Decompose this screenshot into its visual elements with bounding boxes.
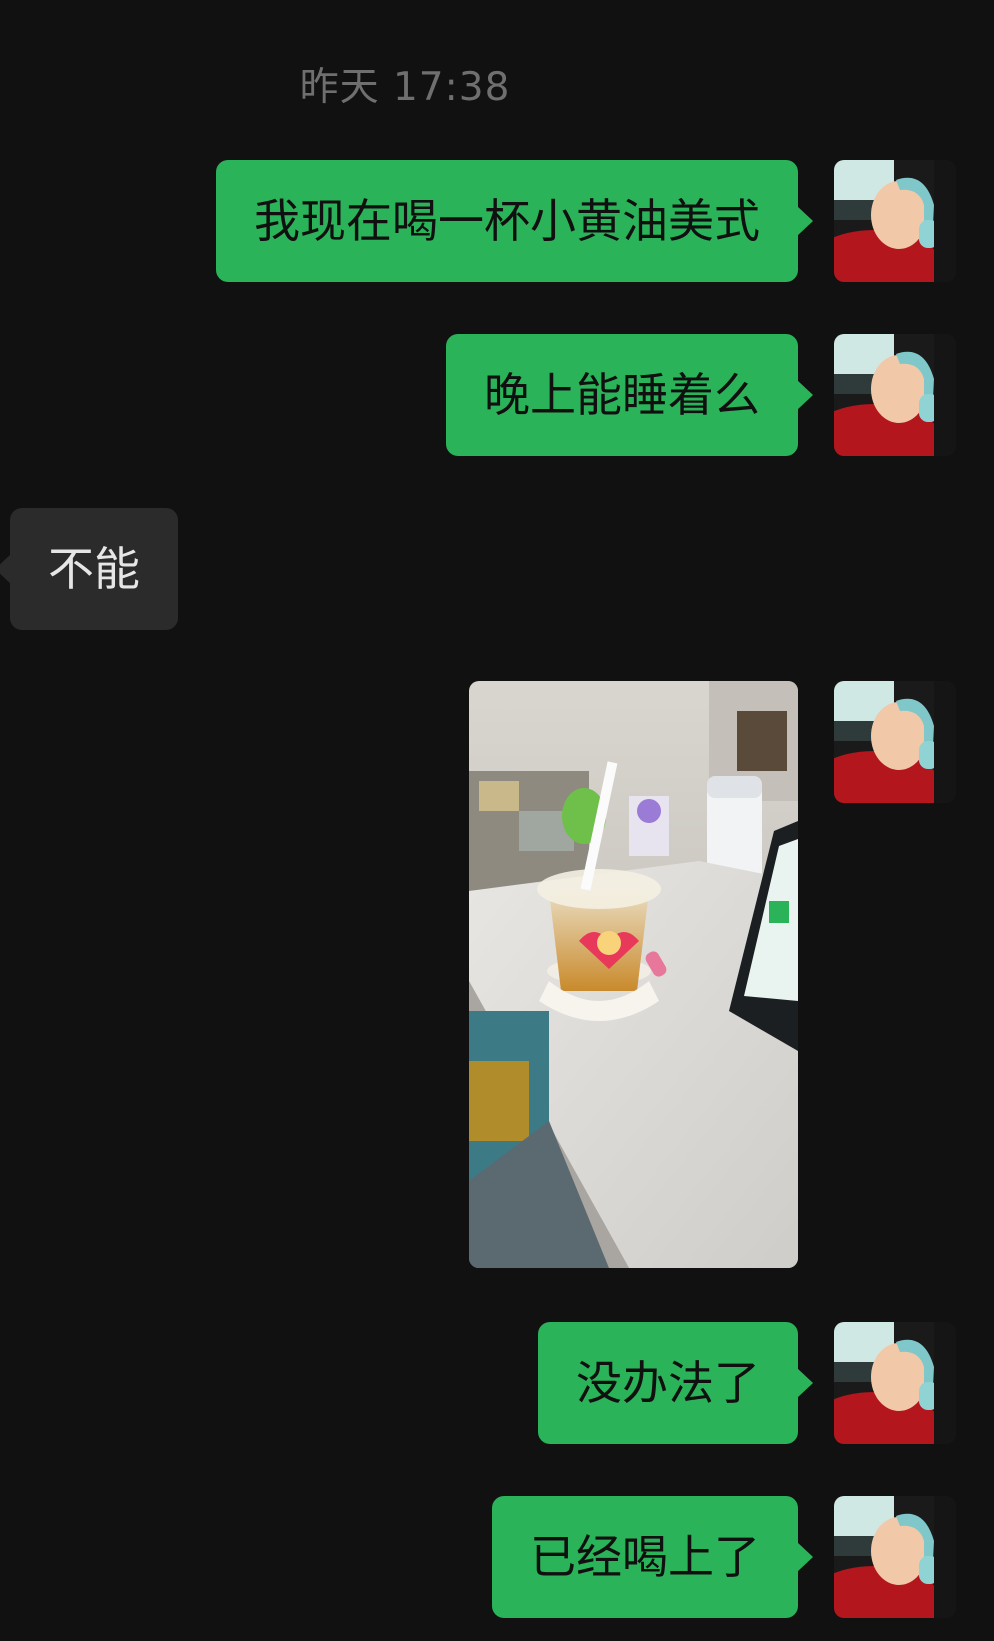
avatar-image	[834, 334, 956, 456]
avatar-image	[834, 681, 956, 803]
user-avatar[interactable]	[834, 681, 956, 803]
message-image[interactable]	[469, 681, 798, 1268]
message-bubble-outgoing[interactable]: 晚上能睡着么	[446, 334, 813, 456]
user-avatar[interactable]	[834, 1322, 956, 1444]
message-bubble-incoming[interactable]: 不能	[0, 508, 178, 630]
user-avatar[interactable]	[834, 334, 956, 456]
message-bubble-outgoing[interactable]: 已经喝上了	[492, 1496, 813, 1618]
avatar-image	[834, 160, 956, 282]
avatar-image	[834, 1322, 956, 1444]
message-bubble-outgoing[interactable]: 没办法了	[538, 1322, 813, 1444]
user-avatar[interactable]	[834, 1496, 956, 1618]
chat-timestamp: 昨天 17:38	[299, 65, 511, 110]
user-avatar[interactable]	[834, 160, 956, 282]
avatar-image	[834, 1496, 956, 1618]
message-bubble-outgoing[interactable]: 我现在喝一杯小黄油美式	[216, 160, 813, 282]
coffee-photo	[469, 681, 798, 1268]
